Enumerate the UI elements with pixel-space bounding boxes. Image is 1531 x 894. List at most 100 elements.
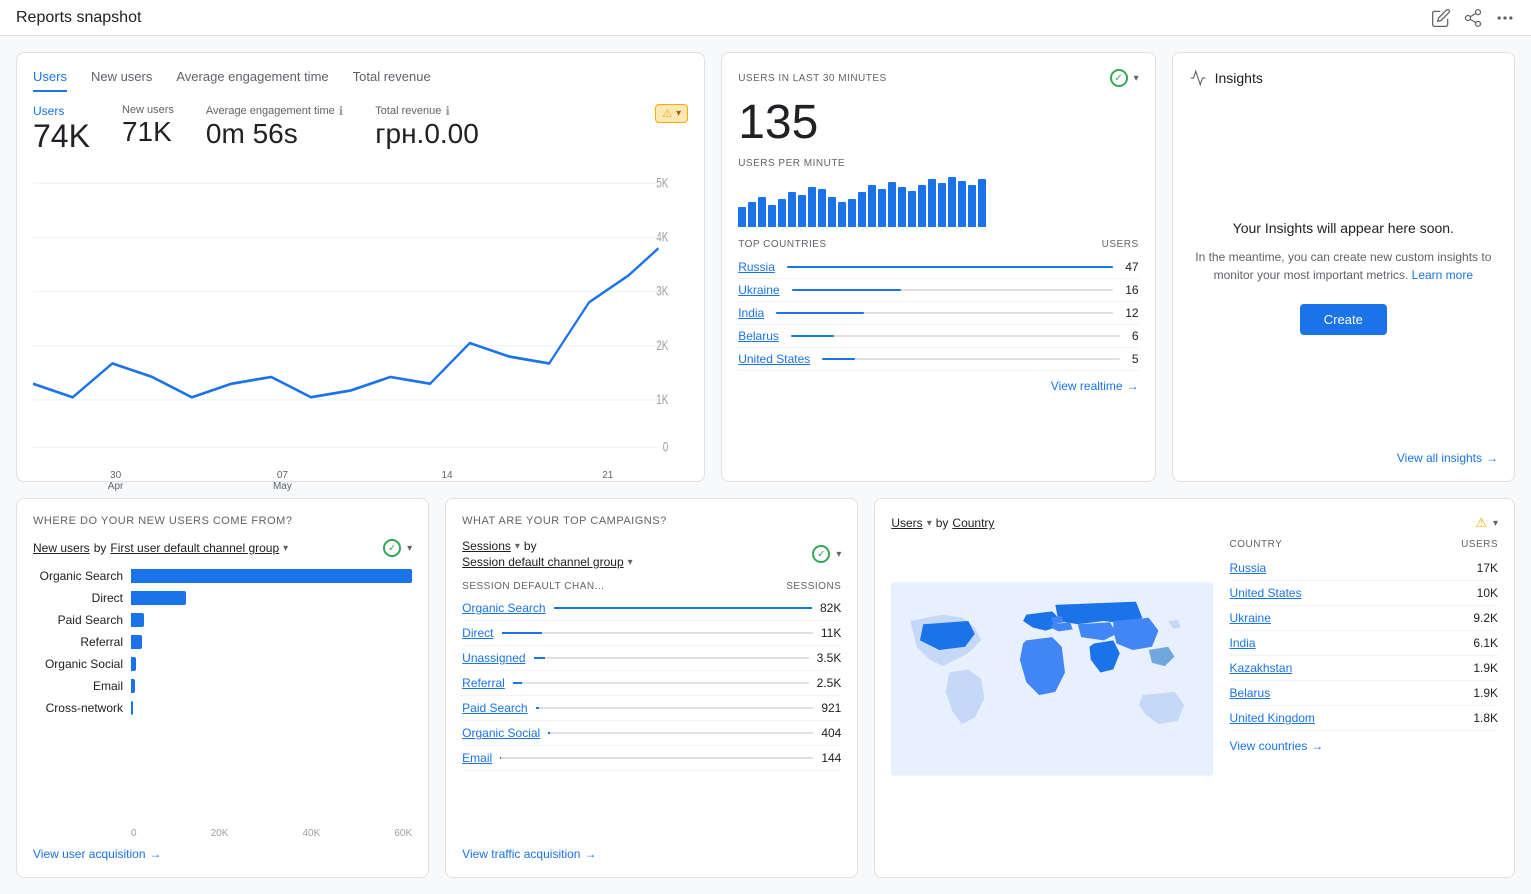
geo-col2: USERS <box>1461 539 1498 550</box>
geo-metric[interactable]: Users <box>891 516 922 530</box>
revenue-warning: ⚠ ▾ <box>655 104 688 123</box>
create-insights-button[interactable]: Create <box>1300 304 1387 335</box>
metric-users: Users 74K <box>33 104 90 155</box>
acq-control-dropdown[interactable]: ▾ <box>407 543 412 554</box>
country-india[interactable]: India <box>738 306 764 320</box>
country-row-india: India 12 <box>738 302 1138 325</box>
acquisition-header: New users by First user default channel … <box>33 539 412 557</box>
camp-metric-dropdown[interactable]: ▾ <box>515 541 520 552</box>
geo-india[interactable]: India <box>1230 636 1256 650</box>
arrow-right-icon-2: → <box>1486 451 1498 465</box>
geo-metric-label: Users ▾ by Country <box>891 516 994 530</box>
session-email[interactable]: Email <box>462 751 492 765</box>
geo-row-belarus: Belarus 1.9K <box>1230 681 1498 706</box>
session-organic-search[interactable]: Organic Search <box>462 601 545 615</box>
edit-icon[interactable] <box>1431 8 1451 28</box>
warning-badge[interactable]: ⚠ ▾ <box>655 104 688 123</box>
metric-revenue: Total revenue ℹ грн.0.00 <box>375 104 479 150</box>
sessions-col-headers: SESSION DEFAULT CHAN... SESSIONS <box>462 581 841 592</box>
metric-new-users-label: New users <box>122 104 174 116</box>
camp-control-dropdown[interactable]: ▾ <box>836 549 841 560</box>
view-realtime-link[interactable]: View realtime → <box>738 379 1138 393</box>
sessions-col2: SESSIONS <box>786 581 841 592</box>
share-icon[interactable] <box>1463 8 1483 28</box>
realtime-control: ✓ ▾ <box>1110 69 1139 87</box>
acq-channel[interactable]: First user default channel group <box>110 541 279 555</box>
geo-uk[interactable]: United Kingdom <box>1230 711 1315 725</box>
acq-control: ✓ ▾ <box>383 539 412 557</box>
view-acquisition-link[interactable]: View user acquisition → <box>33 839 412 861</box>
hbar-organic-social: Organic Social <box>33 657 412 671</box>
country-ukraine[interactable]: Ukraine <box>738 283 779 297</box>
country-russia[interactable]: Russia <box>738 260 775 274</box>
tab-engagement[interactable]: Average engagement time <box>176 69 328 92</box>
view-countries-link[interactable]: View countries → <box>1230 731 1498 753</box>
insights-body-text: In the meantime, you can create new cust… <box>1189 248 1498 284</box>
geo-content: COUNTRY USERS Russia 17K United States 1… <box>891 539 1498 861</box>
countries-list: Russia 47 Ukraine 16 India 12 Belarus <box>738 256 1138 371</box>
page-header: Reports snapshot <box>0 0 1531 36</box>
geo-kazakhstan[interactable]: Kazakhstan <box>1230 661 1293 675</box>
hbar-organic-search: Organic Search <box>33 569 412 583</box>
geo-control-dropdown[interactable]: ▾ <box>1493 518 1498 529</box>
session-row-direct: Direct 11K <box>462 621 841 646</box>
horizontal-bar-chart: Organic Search Direct Paid Search Referr… <box>33 569 412 816</box>
geo-warning-icon: ⚠ <box>1475 515 1487 531</box>
metric-engagement: Average engagement time ℹ 0m 56s <box>206 104 343 150</box>
metric-new-users: New users 71K <box>122 104 174 148</box>
camp-control: ✓ ▾ <box>812 545 841 563</box>
session-paid-search[interactable]: Paid Search <box>462 701 527 715</box>
realtime-title: USERS IN LAST 30 MINUTES <box>738 73 887 84</box>
session-direct[interactable]: Direct <box>462 626 493 640</box>
dropdown-arrow[interactable]: ▾ <box>676 108 681 119</box>
countries-header: TOP COUNTRIES USERS <box>738 239 1138 250</box>
tab-users[interactable]: Users <box>33 69 67 92</box>
insights-icon <box>1189 69 1207 87</box>
view-all-insights-link[interactable]: View all insights → <box>1189 451 1498 465</box>
metric-users-label: Users <box>33 104 90 118</box>
check-circle-icon: ✓ <box>1110 69 1128 87</box>
camp-metric[interactable]: Sessions <box>462 539 511 553</box>
learn-more-link[interactable]: Learn more <box>1412 268 1473 282</box>
session-referral[interactable]: Referral <box>462 676 505 690</box>
camp-channel[interactable]: Session default channel group <box>462 555 623 569</box>
arrow-right-icon: → <box>1127 379 1139 393</box>
acq-metric-label: New users by First user default channel … <box>33 541 288 555</box>
metric-users-value: 74K <box>33 118 90 155</box>
geo-us[interactable]: United States <box>1230 586 1302 600</box>
session-organic-social[interactable]: Organic Social <box>462 726 540 740</box>
info-icon-2: ℹ <box>445 104 450 118</box>
session-unassigned[interactable]: Unassigned <box>462 651 525 665</box>
tab-new-users[interactable]: New users <box>91 69 152 92</box>
sessions-col1: SESSION DEFAULT CHAN... <box>462 581 604 592</box>
geo-map <box>891 539 1213 861</box>
country-row-russia: Russia 47 <box>738 256 1138 279</box>
camp-check-icon: ✓ <box>812 545 830 563</box>
tab-revenue[interactable]: Total revenue <box>353 69 431 92</box>
country-us[interactable]: United States <box>738 352 810 366</box>
view-traffic-link[interactable]: View traffic acquisition → <box>462 839 841 861</box>
hbar-email: Email <box>33 679 412 693</box>
geo-col1: COUNTRY <box>1230 539 1283 550</box>
country-belarus[interactable]: Belarus <box>738 329 779 343</box>
geo-russia[interactable]: Russia <box>1230 561 1267 575</box>
geo-ukraine[interactable]: Ukraine <box>1230 611 1271 625</box>
realtime-dropdown[interactable]: ▾ <box>1134 73 1139 84</box>
top-countries-label: TOP COUNTRIES <box>738 239 826 250</box>
geo-belarus[interactable]: Belarus <box>1230 686 1271 700</box>
realtime-count: 135 <box>738 95 1138 150</box>
country-row-us: United States 5 <box>738 348 1138 371</box>
arrow-right-icon-5: → <box>1311 739 1323 753</box>
more-icon[interactable] <box>1495 8 1515 28</box>
acq-dropdown[interactable]: ▾ <box>283 543 288 554</box>
line-chart-area: 5K 4K 3K 2K 1K 0 30Apr <box>33 167 688 465</box>
geo-row-russia: Russia 17K <box>1230 556 1498 581</box>
geo-metric-dropdown[interactable]: ▾ <box>927 518 932 529</box>
geo-rows-list: Russia 17K United States 10K Ukraine 9.2… <box>1230 556 1498 731</box>
world-map-svg <box>891 539 1213 819</box>
geo-country-label[interactable]: Country <box>952 516 994 530</box>
geo-row-us: United States 10K <box>1230 581 1498 606</box>
acq-metric[interactable]: New users <box>33 541 90 555</box>
acq-check-icon: ✓ <box>383 539 401 557</box>
camp-channel-dropdown[interactable]: ▾ <box>628 557 633 568</box>
